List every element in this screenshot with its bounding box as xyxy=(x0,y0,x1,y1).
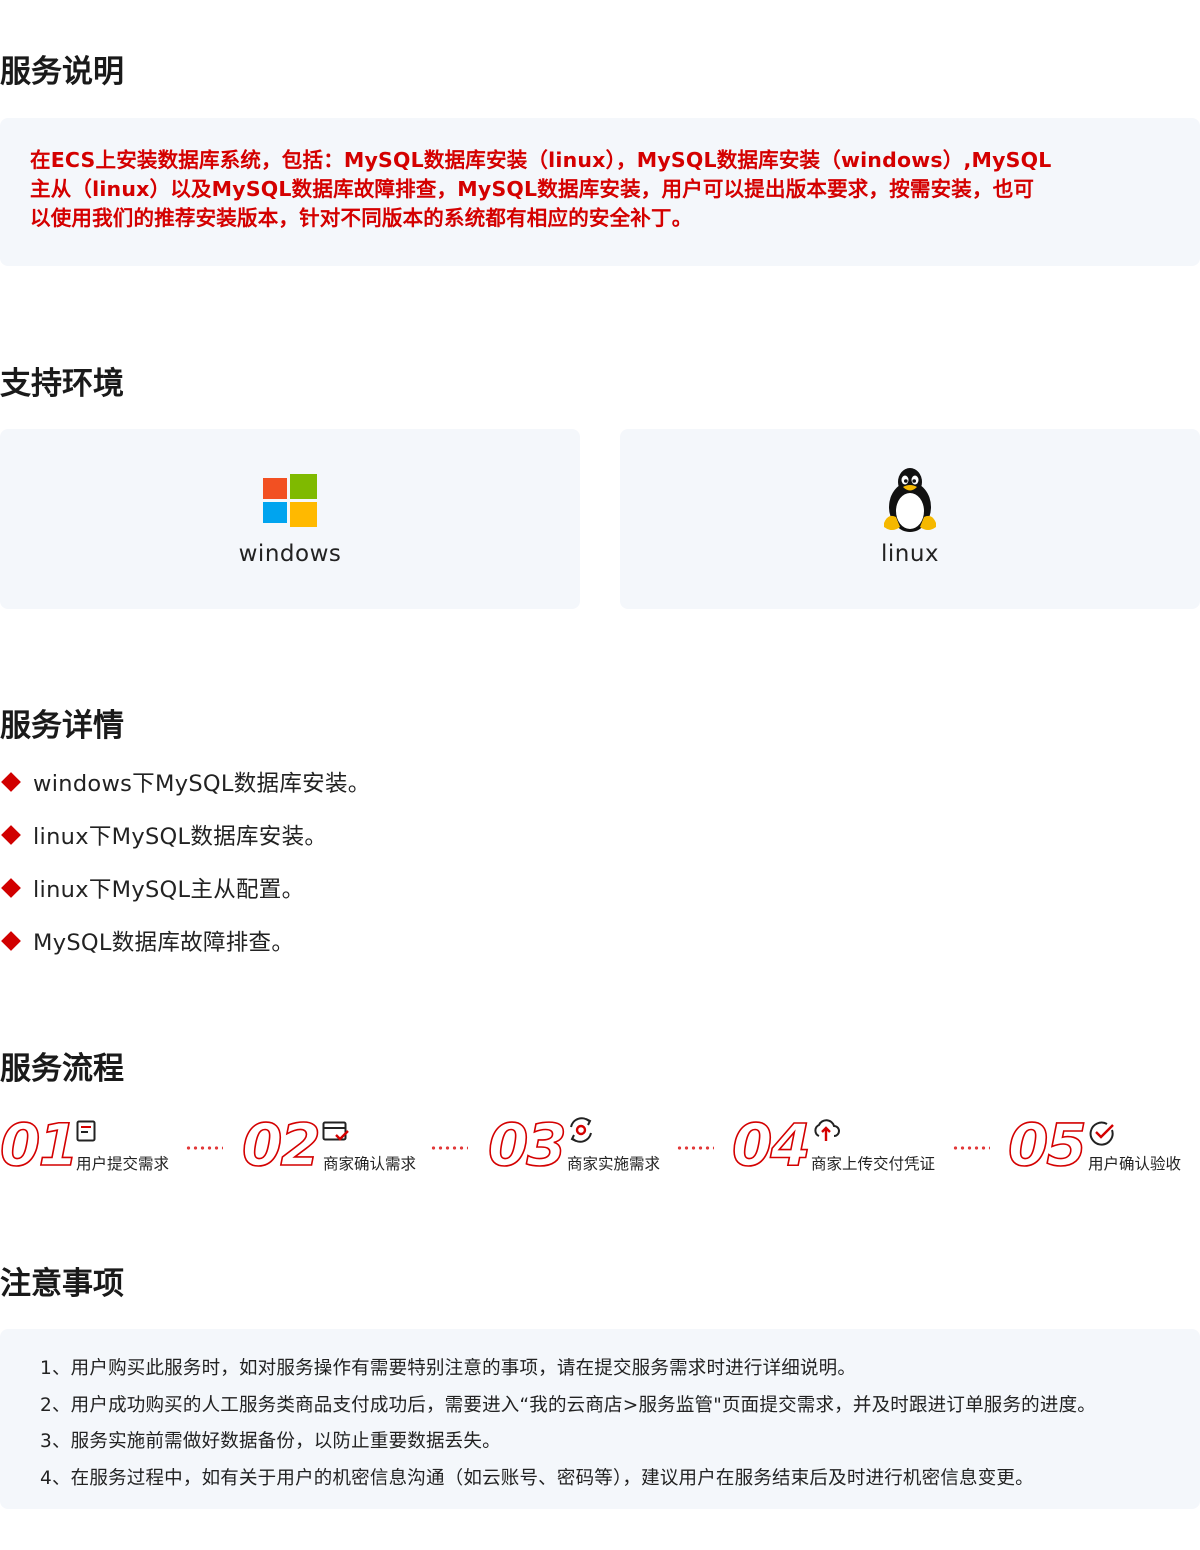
description-panel: 在ECS上安装数据库系统，包括：MySQL数据库安装（linux），MySQL数… xyxy=(0,118,1200,266)
checklist-icon xyxy=(322,1121,349,1141)
document-icon xyxy=(76,1120,96,1142)
description-text: 在ECS上安装数据库系统，包括：MySQL数据库安装（linux），MySQL数… xyxy=(30,146,1170,233)
process-step-4: 04 商家上传交付凭证 xyxy=(731,1111,952,1179)
step-label: 商家上传交付凭证 xyxy=(811,1155,936,1173)
note-line: 1、用户购买此服务时，如对服务操作有需要特别注意的事项，请在提交服务需求时进行详… xyxy=(40,1358,857,1379)
linux-penguin-icon xyxy=(884,468,936,532)
section-title-environment: 支持环境 xyxy=(0,366,124,402)
description-line-3: 以使用我们的推荐安装版本，针对不同版本的系统都有相应的安全补丁。 xyxy=(30,206,693,230)
detail-text: windows下MySQL数据库安装。 xyxy=(33,771,371,797)
notes-panel: 1、用户购买此服务时，如对服务操作有需要特别注意的事项，请在提交服务需求时进行详… xyxy=(0,1329,1200,1509)
check-circle-icon xyxy=(1089,1121,1114,1146)
step-number: 02 xyxy=(241,1111,321,1179)
step-label: 用户提交需求 xyxy=(76,1155,170,1173)
step-number: 03 xyxy=(487,1111,567,1179)
env-card-windows: windows xyxy=(0,429,580,609)
step-number: 01 xyxy=(0,1111,80,1179)
detail-item: linux下MySQL数据库安装。 xyxy=(0,820,327,850)
description-line-1: 在ECS上安装数据库系统，包括：MySQL数据库安装（linux），MySQL数… xyxy=(30,148,1052,172)
detail-item: linux下MySQL主从配置。 xyxy=(0,873,304,903)
detail-text: linux下MySQL数据库安装。 xyxy=(33,824,328,850)
step-number: 05 xyxy=(1007,1111,1087,1179)
step-label: 商家实施需求 xyxy=(567,1155,661,1173)
process-step-1: 01 用户提交需求 xyxy=(0,1111,180,1179)
bullet-diamond-icon xyxy=(1,931,21,951)
step-connector-dots xyxy=(185,1146,223,1150)
note-line: 4、在服务过程中，如有关于用户的机密信息沟通（如云账号、密码等），建议用户在服务… xyxy=(40,1467,1034,1489)
windows-logo-icon xyxy=(263,474,317,527)
detail-item: MySQL数据库故障排查。 xyxy=(0,926,294,956)
note-line: 2、用户成功购买的人工服务类商品支付成功后，需要进入“我的云商店>服务监管"页面… xyxy=(40,1394,1096,1416)
section-title-details: 服务详情 xyxy=(0,708,124,744)
env-label-windows: windows xyxy=(238,541,342,567)
process-step-5: 05 用户确认验收 xyxy=(1007,1111,1198,1179)
section-title-notes: 注意事项 xyxy=(0,1266,124,1302)
step-connector-dots xyxy=(952,1146,990,1150)
detail-text: linux下MySQL主从配置。 xyxy=(33,877,305,903)
section-title-process: 服务流程 xyxy=(0,1051,124,1087)
step-label: 商家确认需求 xyxy=(323,1155,417,1173)
process-step-2: 02 商家确认需求 xyxy=(241,1111,432,1179)
env-label-linux: linux xyxy=(880,541,940,567)
gear-cycle-icon xyxy=(570,1117,592,1143)
process-step-3: 03 商家实施需求 xyxy=(487,1111,678,1179)
note-line: 3、服务实施前需做好数据备份，以防止重要数据丢失。 xyxy=(40,1431,501,1452)
step-number: 04 xyxy=(731,1111,811,1179)
detail-item: windows下MySQL数据库安装。 xyxy=(0,767,371,797)
bullet-diamond-icon xyxy=(1,825,21,845)
detail-text: MySQL数据库故障排查。 xyxy=(33,930,295,956)
section-title-description: 服务说明 xyxy=(0,54,124,90)
bullet-diamond-icon xyxy=(1,772,21,792)
step-connector-dots xyxy=(430,1146,468,1150)
cloud-upload-icon xyxy=(814,1119,840,1141)
step-label: 用户确认验收 xyxy=(1088,1155,1182,1173)
description-line-2: 主从（linux）以及MySQL数据库故障排查，MySQL数据库安装，用户可以提… xyxy=(30,177,1035,201)
step-connector-dots xyxy=(676,1146,714,1150)
bullet-diamond-icon xyxy=(1,878,21,898)
env-card-linux: linux xyxy=(620,429,1200,609)
